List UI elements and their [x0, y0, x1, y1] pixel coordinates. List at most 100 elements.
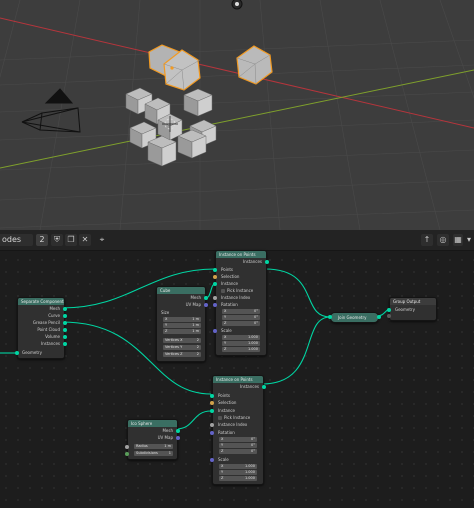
pick-instance-label: Pick Instance — [227, 288, 254, 293]
axis-label: X — [221, 437, 224, 441]
rotation-label: Rotation — [218, 430, 235, 435]
scale-z-field[interactable]: Z 1.000 — [222, 347, 260, 352]
axis-label: Y — [221, 443, 224, 447]
geometry-output-socket[interactable] — [377, 315, 381, 319]
selection-input-socket[interactable] — [213, 275, 217, 279]
rotation-x-field[interactable]: X 0° — [219, 437, 257, 442]
node-title: Cube — [157, 287, 205, 294]
geometry-input-label: Geometry — [395, 307, 415, 312]
pick-instance-label: Pick Instance — [224, 415, 251, 420]
node-title: Join Geometry — [331, 313, 378, 322]
instance-index-label: Instance Index — [218, 422, 248, 427]
rotation-z-field[interactable]: Z 0° — [219, 449, 257, 454]
instance-index-socket[interactable] — [210, 423, 214, 427]
field-value: 1.000 — [244, 464, 255, 468]
instances-output-socket[interactable] — [262, 385, 266, 389]
field-value: 1.000 — [247, 335, 258, 339]
field-value: 0° — [251, 449, 255, 453]
separate-components-node[interactable]: Separate Components Mesh Curve Grease Pe… — [15, 297, 67, 359]
radius-field[interactable]: Radius 1 m — [134, 444, 173, 449]
subdivisions-socket[interactable] — [125, 452, 129, 456]
group-output-node[interactable]: Group Output Geometry — [387, 297, 437, 321]
cube-node[interactable]: Cube Mesh UV Map Size X 1 m Y 1 m Z 1 m Ver… — [156, 286, 208, 362]
volume-output-socket[interactable] — [63, 335, 67, 339]
mesh-output-label: Mesh — [49, 306, 60, 311]
rotation-x-field[interactable]: X 0° — [222, 309, 260, 314]
uv-map-output-socket[interactable] — [204, 303, 208, 307]
size-z-field[interactable]: Z 1 m — [163, 329, 201, 334]
empty-input-socket[interactable] — [387, 314, 391, 318]
mesh-output-socket[interactable] — [204, 296, 208, 300]
axis-label: Z — [224, 321, 227, 325]
instance-index-socket[interactable] — [213, 296, 217, 300]
radius-socket[interactable] — [125, 445, 129, 449]
scale-socket[interactable] — [210, 458, 214, 462]
uv-map-output-socket[interactable] — [176, 436, 180, 440]
scale-y-field[interactable]: Y 1.000 — [219, 470, 257, 475]
cube-instances[interactable] — [125, 87, 217, 167]
field-value: 1.000 — [244, 470, 255, 474]
ico-sphere-instances[interactable] — [148, 44, 273, 91]
scale-y-field[interactable]: Y 1.000 — [222, 341, 260, 346]
instances-output-socket[interactable] — [63, 342, 67, 346]
instance-on-points-node-top[interactable]: Instance on Points Instances Points Sele… — [213, 250, 269, 356]
curve-output-label: Curve — [48, 313, 60, 318]
node-title: Group Output — [390, 298, 436, 305]
instance-input-socket[interactable] — [213, 282, 217, 286]
x-axis-line — [0, 17, 474, 129]
join-geometry-node[interactable]: Join Geometry — [328, 312, 381, 323]
grease-pencil-output-socket[interactable] — [63, 321, 67, 325]
uv-map-output-label: UV Map — [185, 302, 201, 307]
scale-z-field[interactable]: Z 1.000 — [219, 476, 257, 481]
mesh-output-socket[interactable] — [63, 307, 67, 311]
geometry-input-socket[interactable] — [15, 351, 19, 355]
selection-input-socket[interactable] — [210, 401, 214, 405]
subdivisions-field[interactable]: Subdivisions 1 — [134, 451, 173, 456]
axis-label: X — [165, 317, 168, 321]
rotation-y-field[interactable]: Y 0° — [219, 443, 257, 448]
geometry-input-socket[interactable] — [387, 308, 391, 312]
field-value: 2 — [196, 345, 199, 349]
vertices-z-field[interactable]: Vertices Z 2 — [163, 352, 201, 357]
point-cloud-output-label: Point Cloud — [37, 327, 60, 332]
scale-x-field[interactable]: X 1.000 — [222, 335, 260, 340]
rotation-y-field[interactable]: Y 0° — [222, 315, 260, 320]
rotation-z-field[interactable]: Z 0° — [222, 321, 260, 326]
rotation-socket[interactable] — [210, 431, 214, 435]
field-value: 0° — [251, 437, 255, 441]
instance-on-points-node-bottom[interactable]: Instance on Points Instances Points Sele… — [210, 375, 266, 485]
field-value: 2 — [196, 338, 199, 342]
geometry-input-label: Geometry — [22, 350, 42, 355]
size-x-field[interactable]: X 1 m — [163, 317, 201, 322]
mesh-output-socket[interactable] — [176, 429, 180, 433]
field-value: 0° — [254, 315, 258, 319]
curve-output-socket[interactable] — [63, 314, 67, 318]
pick-instance-checkbox[interactable] — [218, 416, 222, 420]
points-input-label: Points — [218, 393, 231, 398]
3d-viewport[interactable] — [0, 0, 474, 230]
instance-input-label: Instance — [218, 408, 236, 413]
geometry-node-editor[interactable]: odes 2 ⛨ ❐ ✕ ⌖ ↑ ◎ ▦ ▾ Separate Componen… — [0, 230, 474, 508]
point-cloud-output-socket[interactable] — [63, 328, 67, 332]
points-input-socket[interactable] — [213, 268, 217, 272]
field-value: 1.000 — [244, 476, 255, 480]
axis-label: Z — [165, 329, 168, 333]
scale-socket[interactable] — [213, 329, 217, 333]
field-value: 1 — [168, 451, 171, 455]
light-object[interactable] — [231, 0, 243, 10]
rotation-socket[interactable] — [213, 303, 217, 307]
scale-x-field[interactable]: X 1.000 — [219, 464, 257, 469]
instances-output-socket[interactable] — [265, 260, 269, 264]
vertices-x-field[interactable]: Vertices X 2 — [163, 338, 201, 343]
geometry-input-socket[interactable] — [328, 315, 332, 319]
mesh-output-label: Mesh — [190, 295, 201, 300]
mesh-output-label: Mesh — [162, 428, 173, 433]
pick-instance-checkbox[interactable] — [221, 289, 225, 293]
size-y-field[interactable]: Y 1 m — [163, 323, 201, 328]
ico-sphere-node[interactable]: Ico Sphere Mesh UV Map Radius 1 m Subdivi… — [125, 419, 180, 460]
uv-map-output-label: UV Map — [157, 435, 173, 440]
points-input-socket[interactable] — [210, 394, 214, 398]
instance-input-socket[interactable] — [210, 409, 214, 413]
selection-input-label: Selection — [218, 400, 237, 405]
vertices-y-field[interactable]: Vertices Y 2 — [163, 345, 201, 350]
